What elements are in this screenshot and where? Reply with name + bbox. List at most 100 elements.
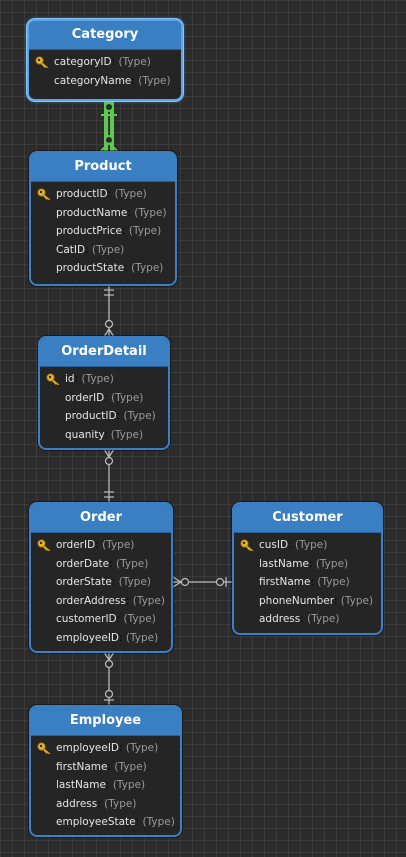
field-name: productID: [65, 410, 117, 422]
field-name: categoryName: [54, 74, 132, 87]
entity-product[interactable]: Product productID: (Type) productName: (T…: [29, 151, 177, 286]
field-name: cusID: [259, 539, 289, 551]
field-row-productPrice[interactable]: productPrice: (Type): [31, 222, 175, 241]
field-row-productID[interactable]: productID: (Type): [40, 407, 168, 426]
field-name: productPrice: [56, 225, 122, 237]
field-row-firstName[interactable]: firstName: (Type): [234, 573, 381, 592]
field-name: id: [65, 373, 75, 385]
field-name: customerID: [56, 613, 117, 625]
field-type: (Type): [123, 613, 156, 625]
field-name: employeeID: [56, 631, 120, 644]
field-type: (Type): [91, 243, 125, 256]
field-name: productState: [56, 262, 125, 274]
relationship-order-customer[interactable]: [172, 576, 232, 588]
field-type: (Type): [118, 56, 151, 68]
field-row-cusID[interactable]: cusID: (Type): [234, 536, 381, 555]
field-type: (Type): [138, 74, 171, 87]
field-name: employeeState: [56, 816, 136, 828]
field-name: quanity: [65, 428, 104, 441]
entity-title[interactable]: Employee: [31, 707, 180, 736]
field-name: lastName: [56, 779, 106, 791]
field-row-firstName[interactable]: firstName: (Type): [31, 758, 180, 777]
field-type: (Type): [102, 539, 135, 551]
field-list: categoryID: (Type) categoryName: (Type): [29, 50, 181, 90]
field-name: employeeID: [56, 742, 120, 754]
field-type: (Type): [116, 557, 149, 570]
field-name: CatID: [56, 243, 86, 256]
field-name: orderAddress: [56, 594, 126, 607]
entity-title[interactable]: OrderDetail: [40, 338, 168, 367]
field-row-orderAddress[interactable]: orderAddress: (Type): [31, 592, 171, 611]
entity-category[interactable]: Category categoryID: (Type) categoryName:…: [27, 19, 183, 101]
field-type: (Type): [128, 225, 162, 237]
field-row-orderID[interactable]: orderID: (Type): [40, 389, 168, 408]
field-type: (Type): [110, 428, 144, 441]
field-name: address: [259, 613, 301, 625]
field-row-productName[interactable]: productName: (Type): [31, 204, 175, 223]
field-row-productID[interactable]: productID: (Type): [31, 185, 175, 204]
field-list: cusID: (Type) lastName: (Type) firstName: …: [234, 533, 381, 629]
field-list: orderID: (Type) orderDate: (Type) orderSta…: [31, 533, 171, 647]
field-type: (Type): [317, 576, 350, 588]
field-row-id[interactable]: id: (Type): [40, 370, 168, 389]
field-list: productID: (Type) productName: (Type) prod…: [31, 182, 175, 278]
field-type: (Type): [123, 410, 156, 422]
field-list: id: (Type) orderID: (Type) productID: (Typ…: [40, 367, 168, 444]
field-row-orderDate[interactable]: orderDate: (Type): [31, 555, 171, 574]
field-row-orderID[interactable]: orderID: (Type): [31, 536, 171, 555]
field-type: (Type): [294, 539, 328, 551]
field-type: (Type): [111, 391, 144, 404]
relationship-order-employee[interactable]: [103, 651, 115, 706]
field-row-address[interactable]: address: (Type): [31, 795, 180, 814]
entity-employee[interactable]: Employee employeeID: (Type) firstName: (T…: [29, 705, 182, 837]
relationship-orderdetail-order[interactable]: [103, 448, 115, 503]
field-row-customerID[interactable]: customerID: (Type): [31, 610, 171, 629]
field-type: (Type): [131, 262, 164, 274]
relationship-product-orderdetail[interactable]: [103, 285, 115, 338]
field-row-employeeID[interactable]: employeeID: (Type): [31, 739, 180, 758]
field-row-lastName[interactable]: lastName: (Type): [31, 776, 180, 795]
field-row-lastName[interactable]: lastName: (Type): [234, 555, 381, 574]
field-name: lastName: [259, 557, 309, 570]
field-type: (Type): [81, 373, 114, 385]
field-type: (Type): [114, 188, 147, 200]
field-type: (Type): [125, 631, 159, 644]
field-type: (Type): [142, 816, 175, 828]
field-name: phoneNumber: [259, 594, 334, 607]
field-name: productName: [56, 206, 128, 219]
field-type: (Type): [125, 742, 159, 754]
relationship-category-product[interactable]: [100, 101, 118, 152]
field-name: productID: [56, 188, 108, 200]
entity-title[interactable]: Category: [29, 21, 181, 50]
field-type: (Type): [104, 797, 137, 810]
field-row-productState[interactable]: productState: (Type): [31, 259, 175, 278]
field-name: orderID: [56, 539, 96, 551]
field-name: orderID: [65, 391, 105, 404]
field-type: (Type): [132, 594, 166, 607]
field-type: (Type): [307, 613, 340, 625]
entity-order[interactable]: Order orderID: (Type) orderDate: (Type) or…: [29, 502, 173, 653]
entity-title[interactable]: Order: [31, 504, 171, 533]
field-row-address[interactable]: address: (Type): [234, 610, 381, 629]
entity-customer[interactable]: Customer cusID: (Type) lastName: (Type) fi…: [232, 502, 383, 635]
field-name: firstName: [259, 576, 311, 588]
entity-title[interactable]: Customer: [234, 504, 381, 533]
field-row-quanity[interactable]: quanity: (Type): [40, 426, 168, 445]
field-name: orderDate: [56, 557, 110, 570]
field-row-phoneNumber[interactable]: phoneNumber: (Type): [234, 592, 381, 611]
field-row-orderState[interactable]: orderState: (Type): [31, 573, 171, 592]
field-row-categoryName[interactable]: categoryName: (Type): [29, 72, 181, 91]
field-row-categoryID[interactable]: categoryID: (Type): [29, 53, 181, 72]
field-name: categoryID: [54, 56, 112, 68]
field-row-employeeState[interactable]: employeeState: (Type): [31, 813, 180, 832]
entity-orderdetail[interactable]: OrderDetail id: (Type) orderID: (Type) pro…: [38, 336, 170, 450]
field-row-CatID[interactable]: CatID: (Type): [31, 241, 175, 260]
field-type: (Type): [340, 594, 374, 607]
field-type: (Type): [315, 557, 349, 570]
field-name: firstName: [56, 760, 108, 773]
entity-title[interactable]: Product: [31, 153, 175, 182]
field-name: orderState: [56, 576, 112, 588]
field-type: (Type): [112, 779, 146, 791]
field-row-employeeID[interactable]: employeeID: (Type): [31, 629, 171, 648]
field-type: (Type): [118, 576, 151, 588]
